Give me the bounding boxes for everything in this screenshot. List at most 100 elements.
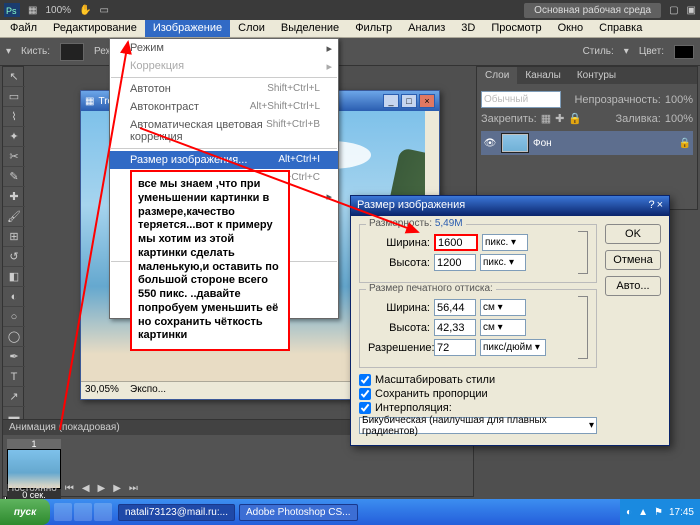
workspace-picker[interactable]: Основная рабочая среда <box>524 3 661 18</box>
menu-item[interactable]: АвтоконтрастAlt+Shift+Ctrl+L <box>110 98 338 116</box>
lock-all-icon[interactable]: 🔒 <box>568 112 582 125</box>
blend-mode-select[interactable]: Обычный <box>481 91 561 108</box>
tray-icon[interactable]: ◐ <box>626 507 632 518</box>
dodge-tool-icon[interactable]: ◯ <box>3 327 25 347</box>
link-icon[interactable] <box>578 231 588 274</box>
height-input[interactable] <box>434 254 476 271</box>
start-button[interactable]: пуск <box>0 499 50 525</box>
crop-tool-icon[interactable]: ✂ <box>3 147 25 167</box>
menu-file[interactable]: Файл <box>2 20 45 37</box>
tool-preset-icon[interactable]: ▾ <box>6 46 11 57</box>
menu-item[interactable]: Автоматическая цветовая коррекцияShift+C… <box>110 116 338 146</box>
zoom-display[interactable]: 100% <box>45 5 71 16</box>
menu-layers[interactable]: Слои <box>230 20 273 37</box>
brush-preview[interactable] <box>60 43 84 61</box>
zoom-readout[interactable]: 30,05% <box>85 384 119 395</box>
resample-checkbox[interactable]: Интерполяция: <box>359 402 597 414</box>
menu-edit[interactable]: Редактирование <box>45 20 145 37</box>
print-height-input[interactable] <box>434 319 476 336</box>
menu-item[interactable]: Режим <box>110 39 338 57</box>
ok-button[interactable]: OK <box>605 224 661 244</box>
min-icon[interactable]: ▢ <box>669 5 678 16</box>
next-frame-icon[interactable]: ▶ <box>113 483 121 494</box>
gradient-tool-icon[interactable]: ◐ <box>3 287 25 307</box>
first-frame-icon[interactable]: ⏮ <box>65 483 74 494</box>
help-icon[interactable]: ? <box>648 199 654 213</box>
width-unit-select[interactable]: пикс. ▾ <box>482 234 528 251</box>
eraser-tool-icon[interactable]: ◧ <box>3 267 25 287</box>
chevron-down-icon[interactable]: ▾ <box>624 46 629 57</box>
arrange-icon[interactable]: ▭ <box>99 5 108 16</box>
wand-tool-icon[interactable]: ✦ <box>3 127 25 147</box>
close-icon[interactable]: × <box>419 94 435 108</box>
hand-icon[interactable]: ✋ <box>79 5 91 16</box>
tray-icon[interactable]: ▲ <box>638 507 648 518</box>
heal-tool-icon[interactable]: ✚ <box>3 187 25 207</box>
blur-tool-icon[interactable]: ○ <box>3 307 25 327</box>
minimize-icon[interactable]: _ <box>383 94 399 108</box>
bridge-icon[interactable]: ▦ <box>28 5 37 16</box>
pen-tool-icon[interactable]: ✒ <box>3 347 25 367</box>
menu-filter[interactable]: Фильтр <box>347 20 400 37</box>
history-tool-icon[interactable]: ↺ <box>3 247 25 267</box>
print-height-unit[interactable]: см ▾ <box>480 319 526 336</box>
last-frame-icon[interactable]: ⏭ <box>129 483 138 494</box>
tab-channels[interactable]: Каналы <box>517 67 569 84</box>
menu-3d[interactable]: 3D <box>453 20 483 37</box>
link-icon[interactable] <box>578 296 588 359</box>
ie-icon[interactable] <box>54 503 72 521</box>
loop-select[interactable]: Постоянно <box>7 483 57 494</box>
stamp-tool-icon[interactable]: ⊞ <box>3 227 25 247</box>
tab-layers[interactable]: Слои <box>477 67 517 84</box>
marquee-tool-icon[interactable]: ▭ <box>3 87 25 107</box>
dialog-titlebar[interactable]: Размер изображения ? × <box>351 196 669 216</box>
menu-item[interactable]: Размер изображения...Alt+Ctrl+I <box>110 151 338 169</box>
menu-analysis[interactable]: Анализ <box>400 20 453 37</box>
color-swatch[interactable] <box>674 45 694 59</box>
close-icon[interactable]: × <box>657 199 663 213</box>
lasso-tool-icon[interactable]: ⌇ <box>3 107 25 127</box>
maximize-icon[interactable]: □ <box>401 94 417 108</box>
prev-frame-icon[interactable]: ◀ <box>82 483 90 494</box>
opera-icon[interactable] <box>74 503 92 521</box>
print-width-input[interactable] <box>434 299 476 316</box>
tray-icon[interactable]: ⚑ <box>654 507 663 518</box>
scale-styles-checkbox[interactable]: Масштабировать стили <box>359 374 597 386</box>
constrain-proportions-checkbox[interactable]: Сохранить пропорции <box>359 388 597 400</box>
menu-help[interactable]: Справка <box>591 20 650 37</box>
interpolation-select[interactable]: Бикубическая (наилучшая для плавных град… <box>359 417 597 434</box>
resolution-unit[interactable]: пикс/дюйм ▾ <box>480 339 546 356</box>
width-input[interactable] <box>434 234 478 251</box>
layer-name[interactable]: Фон <box>533 138 552 149</box>
clock[interactable]: 17:45 <box>669 507 694 518</box>
taskbar-item-mail[interactable]: natali73123@mail.ru:... <box>118 504 235 521</box>
cancel-button[interactable]: Отмена <box>605 250 661 270</box>
brush-tool-icon[interactable]: 🖌 <box>3 207 25 227</box>
lock-pixels-icon[interactable]: ▦ <box>541 112 551 125</box>
max-icon[interactable]: ▣ <box>687 5 696 16</box>
play-icon[interactable]: ▶ <box>98 483 106 494</box>
path-tool-icon[interactable]: ↗ <box>3 387 25 407</box>
menu-select[interactable]: Выделение <box>273 20 347 37</box>
resolution-input[interactable] <box>434 339 476 356</box>
lock-position-icon[interactable]: ✚ <box>555 112 564 125</box>
layer-thumbnail[interactable] <box>501 133 529 153</box>
mail-icon[interactable] <box>94 503 112 521</box>
print-width-unit[interactable]: см ▾ <box>480 299 526 316</box>
tab-paths[interactable]: Контуры <box>569 67 624 84</box>
doc-info[interactable]: Экспо... <box>130 384 166 395</box>
menu-image[interactable]: Изображение <box>145 20 230 37</box>
menu-view[interactable]: Просмотр <box>483 20 549 37</box>
menu-item[interactable]: АвтотонShift+Ctrl+L <box>110 80 338 98</box>
fill-value[interactable]: 100% <box>665 113 693 125</box>
taskbar-item-photoshop[interactable]: Adobe Photoshop CS... <box>239 504 358 521</box>
menu-window[interactable]: Окно <box>550 20 592 37</box>
type-tool-icon[interactable]: T <box>3 367 25 387</box>
visibility-icon[interactable]: 👁 <box>483 138 497 149</box>
height-unit-select[interactable]: пикс. ▾ <box>480 254 526 271</box>
eyedropper-tool-icon[interactable]: ✎ <box>3 167 25 187</box>
move-tool-icon[interactable]: ↖ <box>3 67 25 87</box>
layer-row[interactable]: 👁 Фон 🔒 <box>481 131 693 155</box>
opacity-value[interactable]: 100% <box>665 94 693 106</box>
auto-button[interactable]: Авто... <box>605 276 661 296</box>
